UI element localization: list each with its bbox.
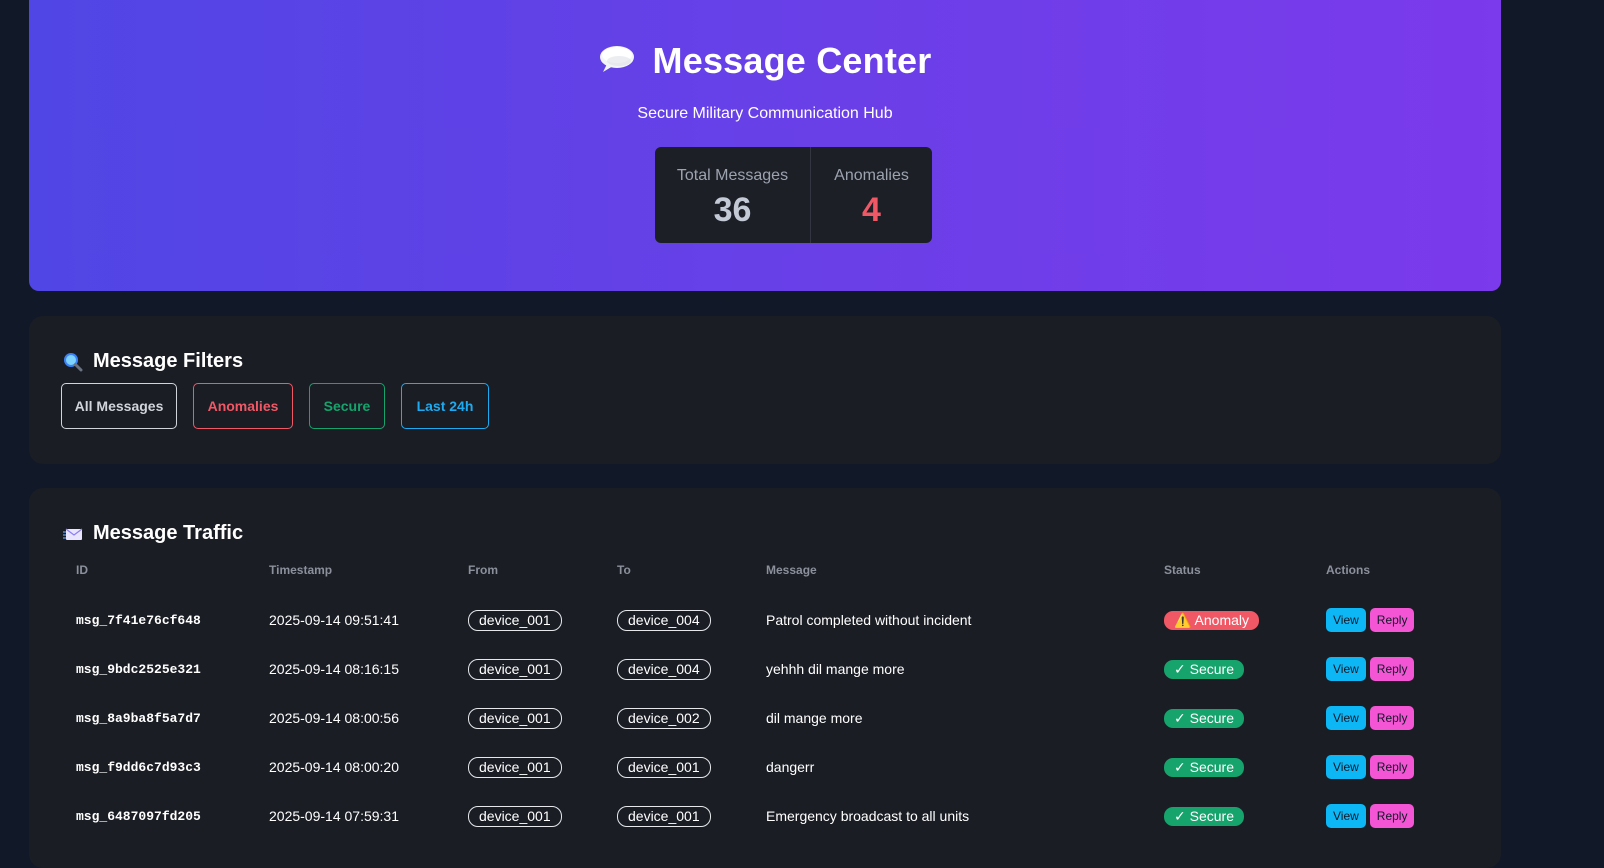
status-badge: ✓ Secure: [1164, 659, 1244, 679]
stats-card: Total Messages 36 Anomalies 4: [655, 147, 932, 243]
view-button[interactable]: View: [1326, 804, 1366, 828]
to-device-pill: device_001: [617, 756, 711, 778]
message-id: msg_f9dd6c7d93c3: [76, 759, 201, 775]
table-row: msg_f9dd6c7d93c3 2025-09-14 08:00:20 dev…: [29, 743, 1501, 791]
stat-value: 36: [713, 191, 752, 229]
view-button[interactable]: View: [1326, 755, 1366, 779]
status-cell: ✓ Secure: [1164, 694, 1244, 742]
message-text: Emergency broadcast to all units: [766, 808, 970, 824]
stat-label: Total Messages: [676, 167, 789, 184]
status-cell: ✓ Secure: [1164, 645, 1244, 693]
status-badge: ✓ Secure: [1164, 806, 1244, 826]
magnifier-icon: [64, 352, 83, 371]
view-button[interactable]: View: [1326, 706, 1366, 730]
message-id: msg_7f41e76cf648: [76, 612, 201, 628]
title-row: Message Center: [29, 40, 1501, 82]
message-id: msg_8a9ba8f5a7d7: [76, 710, 201, 726]
filters-title: Message Filters: [93, 350, 244, 372]
message-text: yehhh dil mange more: [766, 661, 905, 677]
message-text: Patrol completed without incident: [766, 612, 972, 628]
from-device-pill: device_001: [468, 658, 562, 680]
from-cell: device_001: [468, 645, 562, 693]
column-header-from: From: [468, 563, 498, 577]
table-header: ID Timestamp From To Message Status Acti…: [29, 563, 1501, 583]
message-text: dangerr: [766, 759, 815, 775]
envelope-icon: [63, 528, 83, 540]
page-subtitle: Secure Military Communication Hub: [637, 105, 893, 122]
to-cell: device_004: [617, 596, 711, 644]
traffic-title: Message Traffic: [93, 522, 244, 544]
status-badge: ✓ Secure: [1164, 708, 1244, 728]
message-timestamp: 2025-09-14 08:16:15: [269, 661, 399, 677]
to-cell: device_001: [617, 792, 711, 840]
actions-cell: View Reply: [1326, 792, 1415, 840]
status-cell: ✓ Secure: [1164, 792, 1244, 840]
from-device-pill: device_001: [468, 707, 562, 729]
message-text: dil mange more: [766, 710, 863, 726]
speech-bubble-icon: [599, 46, 634, 72]
status-badge: ✓ Secure: [1164, 757, 1244, 777]
to-device-pill: device_004: [617, 609, 711, 631]
stat-label: Anomalies: [834, 167, 909, 184]
column-header-actions: Actions: [1326, 563, 1371, 577]
message-timestamp: 2025-09-14 09:51:41: [269, 612, 399, 628]
from-cell: device_001: [468, 694, 562, 742]
to-cell: device_002: [617, 694, 711, 742]
reply-button[interactable]: Reply: [1369, 755, 1415, 779]
to-cell: device_001: [617, 743, 711, 791]
column-header-timestamp: Timestamp: [269, 563, 333, 577]
from-cell: device_001: [468, 743, 562, 791]
actions-cell: View Reply: [1326, 645, 1415, 693]
view-button[interactable]: View: [1326, 657, 1366, 681]
filters-panel: Message Filters All Messages Anomalies S…: [29, 316, 1501, 464]
filter-all-messages-button[interactable]: All Messages: [61, 383, 177, 429]
actions-cell: View Reply: [1326, 743, 1415, 791]
filter-anomalies-button[interactable]: Anomalies: [193, 383, 293, 429]
view-button[interactable]: View: [1326, 608, 1366, 632]
to-cell: device_004: [617, 645, 711, 693]
message-timestamp: 2025-09-14 08:00:56: [269, 710, 399, 726]
column-header-status: Status: [1164, 563, 1201, 577]
stat-value: 4: [862, 191, 881, 229]
message-id: msg_6487097fd205: [76, 808, 201, 824]
filter-last-24h-button[interactable]: Last 24h: [401, 383, 489, 429]
reply-button[interactable]: Reply: [1369, 608, 1415, 632]
table-row: msg_7f41e76cf648 2025-09-14 09:51:41 dev…: [29, 596, 1501, 644]
filters-heading: Message Filters: [63, 350, 243, 373]
filter-secure-button[interactable]: Secure: [309, 383, 385, 429]
from-device-pill: device_001: [468, 609, 562, 631]
to-device-pill: device_002: [617, 707, 711, 729]
message-id: msg_9bdc2525e321: [76, 661, 201, 677]
status-cell: ⚠️ Anomaly: [1164, 596, 1260, 644]
from-device-pill: device_001: [468, 756, 562, 778]
reply-button[interactable]: Reply: [1369, 804, 1415, 828]
stat-anomalies: Anomalies 4: [811, 147, 932, 243]
column-header-to: To: [617, 563, 631, 577]
filter-buttons: All Messages Anomalies Secure Last 24h: [61, 383, 489, 429]
reply-button[interactable]: Reply: [1369, 706, 1415, 730]
header-banner: Message Center Secure Military Communica…: [29, 0, 1501, 291]
actions-cell: View Reply: [1326, 596, 1415, 644]
message-timestamp: 2025-09-14 07:59:31: [269, 808, 399, 824]
table-row: msg_6487097fd205 2025-09-14 07:59:31 dev…: [29, 792, 1501, 840]
to-device-pill: device_001: [617, 805, 711, 827]
table-row: msg_8a9ba8f5a7d7 2025-09-14 08:00:56 dev…: [29, 694, 1501, 742]
traffic-panel: Message Traffic ID Timestamp From To Mes…: [29, 488, 1501, 868]
reply-button[interactable]: Reply: [1369, 657, 1415, 681]
column-header-message: Message: [766, 563, 817, 577]
message-timestamp: 2025-09-14 08:00:20: [269, 759, 399, 775]
from-cell: device_001: [468, 596, 562, 644]
status-cell: ✓ Secure: [1164, 743, 1244, 791]
column-header-id: ID: [76, 563, 88, 577]
from-cell: device_001: [468, 792, 562, 840]
traffic-heading: Message Traffic: [63, 522, 243, 545]
status-badge: ⚠️ Anomaly: [1164, 610, 1260, 630]
actions-cell: View Reply: [1326, 694, 1415, 742]
page-title: Message Center: [652, 40, 932, 81]
to-device-pill: device_004: [617, 658, 711, 680]
table-row: msg_9bdc2525e321 2025-09-14 08:16:15 dev…: [29, 645, 1501, 693]
from-device-pill: device_001: [468, 805, 562, 827]
stat-total-messages: Total Messages 36: [655, 147, 811, 243]
